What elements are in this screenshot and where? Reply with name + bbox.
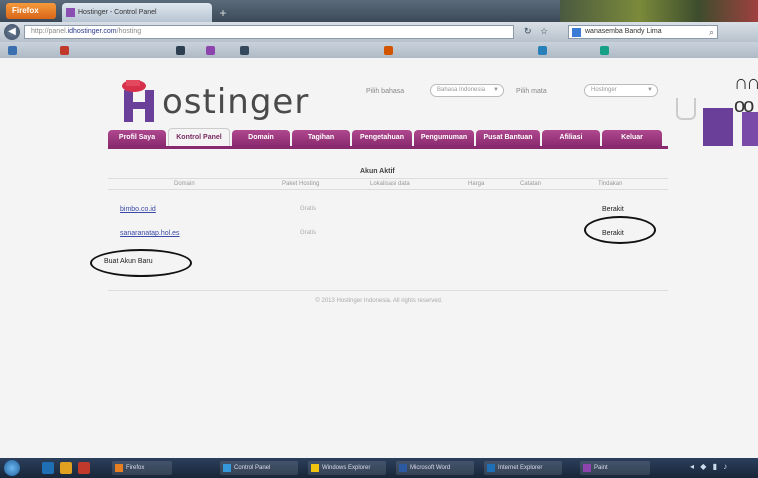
taskbar-item[interactable]: Paint: [580, 461, 650, 475]
system-tray-icon[interactable]: ◂ ◆ ▮ ♪: [690, 462, 729, 471]
address-bar[interactable]: http://panel.idhostinger.com/hosting: [24, 25, 514, 39]
tab-pengetahuan[interactable]: Pengetahuan: [352, 130, 412, 146]
logo-text: ostinger: [162, 82, 310, 122]
browser-navbar: ◀ http://panel.idhostinger.com/hosting ↻…: [0, 22, 758, 42]
browser-tab[interactable]: Hostinger - Control Panel: [62, 3, 212, 22]
start-button-icon[interactable]: [4, 460, 20, 476]
ie-icon[interactable]: [42, 462, 54, 474]
cup-illustration-icon: [676, 98, 696, 120]
bookmark-icon[interactable]: [206, 46, 215, 55]
tab-pengumuman[interactable]: Pengumuman: [414, 130, 474, 146]
url-suffix: /hosting: [116, 28, 142, 35]
taskbar-item[interactable]: Control Panel: [220, 461, 298, 475]
column-header: Catatan: [520, 181, 542, 187]
taskbar-item[interactable]: Microsoft Word: [396, 461, 474, 475]
tab-keluar[interactable]: Keluar: [602, 130, 662, 146]
main-tabs: Profil Saya Kontrol Panel Domain Tagihan…: [108, 128, 668, 146]
bookmark-icon[interactable]: [240, 46, 249, 55]
column-header: Lokalisasi data: [370, 181, 410, 187]
footer-divider: [108, 290, 668, 291]
tab-tagihan[interactable]: Tagihan: [292, 130, 350, 146]
taskbar-item[interactable]: Firefox: [112, 461, 172, 475]
status-cell[interactable]: Berakit: [602, 206, 624, 213]
column-header: Tindakan: [598, 181, 623, 187]
currency-label: Pilih mata: [516, 88, 547, 95]
taskbar-item[interactable]: Internet Explorer: [484, 461, 562, 475]
tab-pusat-bantuan[interactable]: Pusat Bantuan: [476, 130, 540, 146]
tab-title: Hostinger - Control Panel: [78, 9, 157, 16]
language-label: Pilih bahasa: [366, 88, 405, 95]
annotation-circle: [584, 216, 656, 244]
tabs-divider: [108, 146, 668, 149]
currency-select[interactable]: Hostinger ▼: [584, 84, 658, 97]
tab-kontrol-panel[interactable]: Kontrol Panel: [168, 128, 230, 146]
bookmark-icon[interactable]: [176, 46, 185, 55]
chevron-down-icon: ▼: [493, 87, 499, 93]
tab-profil-saya[interactable]: Profil Saya: [108, 130, 166, 146]
folder-icon[interactable]: [60, 462, 72, 474]
domain-link[interactable]: sanaranatap.hol.es: [120, 230, 180, 237]
annotation-circle: [90, 249, 192, 277]
new-tab-icon[interactable]: +: [216, 6, 230, 20]
bookmark-icon[interactable]: [8, 46, 17, 55]
chevron-down-icon: ▼: [647, 87, 653, 93]
footer-copyright: © 2013 Hostinger Indonesia. All rights r…: [315, 298, 443, 304]
star-icon[interactable]: ☆: [540, 26, 548, 37]
windows-taskbar: Firefox Control Panel Windows Explorer M…: [0, 458, 758, 478]
page-content: ostinger Pilih bahasa Bahasa Indonesia ▼…: [0, 58, 758, 458]
column-header: Paket Hosting: [282, 181, 320, 187]
tab-domain[interactable]: Domain: [232, 130, 290, 146]
accounts-table-header: Domain Paket Hosting Lokalisasi data Har…: [108, 178, 668, 190]
url-domain: idhostinger.com: [67, 28, 117, 35]
package-cell: Gratis: [300, 230, 317, 236]
bookmark-icon[interactable]: [538, 46, 547, 55]
hostinger-logo-icon: [122, 80, 154, 122]
url-prefix: http://panel.: [31, 28, 68, 35]
currency-value: Hostinger: [591, 87, 617, 93]
bookmarks-bar: [0, 42, 758, 58]
box-illustration-icon: [742, 112, 758, 146]
bookmark-icon[interactable]: [60, 46, 69, 55]
package-cell: Gratis: [300, 206, 317, 212]
language-value: Bahasa Indonesia: [437, 87, 486, 93]
box-illustration-icon: [703, 108, 733, 146]
media-icon[interactable]: [78, 462, 90, 474]
back-icon[interactable]: ◀: [4, 24, 20, 40]
favicon-icon: [66, 8, 75, 17]
search-text: wanasemba Bandy Lima: [585, 28, 662, 35]
search-input[interactable]: wanasemba Bandy Lima ⌕: [568, 25, 718, 39]
search-engine-icon: [572, 28, 581, 37]
reload-icon[interactable]: ↻: [524, 26, 532, 37]
bookmark-icon[interactable]: [384, 46, 393, 55]
section-title: Akun Aktif: [360, 168, 395, 175]
domain-link[interactable]: bimbo.co.id: [120, 206, 156, 213]
search-icon[interactable]: ⌕: [709, 26, 714, 38]
language-select[interactable]: Bahasa Indonesia ▼: [430, 84, 504, 97]
tab-afiliasi[interactable]: Afiliasi: [542, 130, 600, 146]
column-header: Harga: [468, 181, 485, 187]
taskbar-item[interactable]: Windows Explorer: [308, 461, 386, 475]
table-row: bimbo.co.id Gratis Berakit: [108, 204, 668, 218]
column-header: Domain: [174, 181, 195, 187]
bookmark-icon[interactable]: [600, 46, 609, 55]
firefox-menu-button[interactable]: Firefox: [6, 3, 56, 19]
